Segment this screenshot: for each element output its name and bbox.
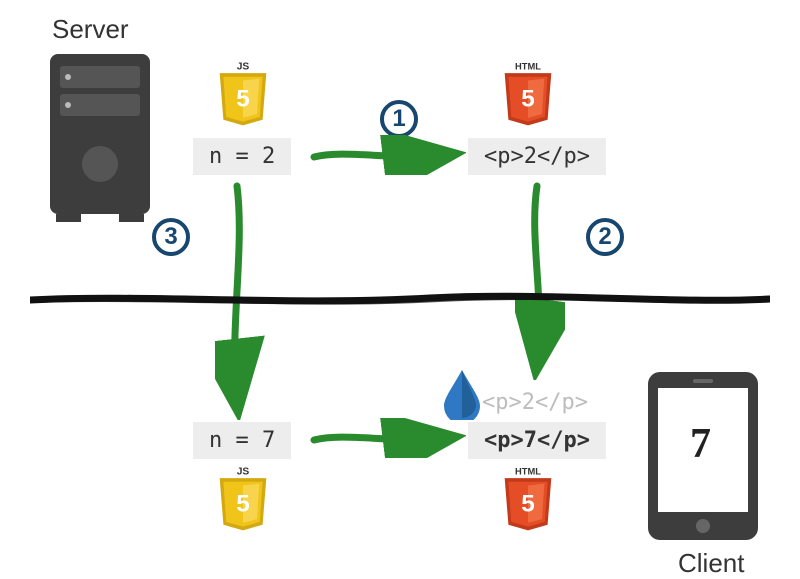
svg-text:JS: JS: [237, 466, 250, 477]
svg-text:5: 5: [521, 491, 535, 518]
svg-text:HTML: HTML: [515, 61, 541, 71]
boundary-line-icon: [30, 290, 770, 310]
code-server-html-top: <p>2</p>: [468, 138, 606, 175]
svg-text:JS: JS: [237, 61, 250, 72]
code-client-html-initial: <p>2</p>: [482, 390, 588, 415]
js-icon: JS 5: [215, 60, 271, 127]
code-server-js-top: n = 2: [193, 138, 291, 175]
step-one-badge: 1: [380, 100, 418, 138]
html5-icon: HTML 5: [500, 465, 556, 532]
client-display-value: 7: [690, 420, 711, 468]
step-two-badge: 2: [586, 218, 624, 256]
server-icon: [50, 54, 150, 224]
js-icon: JS 5: [215, 465, 271, 532]
html5-icon: HTML 5: [500, 60, 556, 127]
arrow-render-icon: [306, 135, 466, 175]
code-client-html-updated: <p>7</p>: [468, 422, 606, 459]
svg-text:HTML: HTML: [515, 466, 541, 476]
svg-text:5: 5: [236, 86, 250, 113]
svg-text:5: 5: [236, 491, 250, 518]
arrow-send-html-icon: [515, 180, 565, 380]
code-client-js: n = 7: [193, 422, 291, 459]
step-three-badge: 3: [152, 218, 190, 256]
svg-text:5: 5: [521, 86, 535, 113]
hydration-drop-icon: [442, 368, 482, 420]
client-label: Client: [678, 548, 744, 579]
server-label: Server: [52, 14, 129, 45]
arrow-rerender-icon: [306, 418, 466, 458]
